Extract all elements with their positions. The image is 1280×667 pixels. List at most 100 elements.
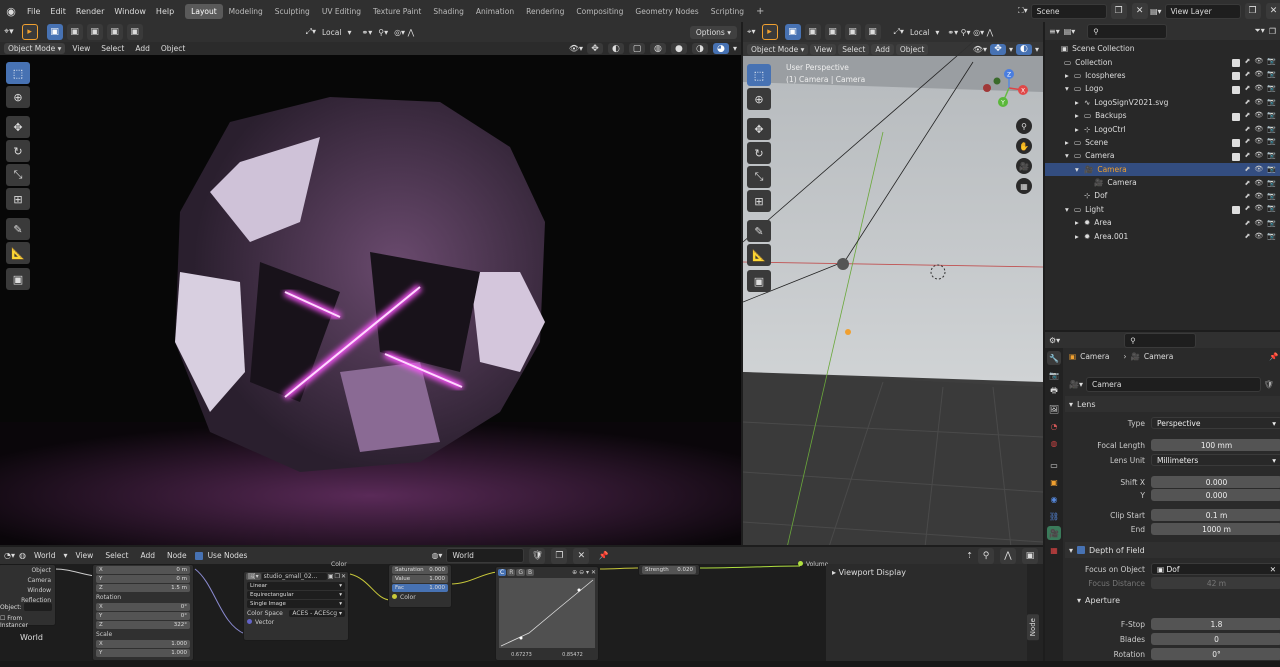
menu-object-right[interactable]: Object [895, 43, 929, 55]
texture-tab-icon[interactable]: ▦ [1047, 543, 1061, 557]
selectable-arrow-icon[interactable]: ⬈ [1245, 137, 1251, 147]
shading-rendered-icon[interactable]: ◕ [712, 43, 729, 54]
expand-arrow-icon[interactable]: ▾ [1065, 151, 1074, 160]
selectable-arrow-icon[interactable]: ⬈ [1245, 232, 1251, 240]
eye-icon[interactable]: 👁 [1254, 192, 1263, 200]
tab-compositing[interactable]: Compositing [570, 4, 629, 19]
selectable-arrow-icon[interactable]: ⬈ [1245, 70, 1251, 80]
expand-arrow-icon[interactable]: ▸ [1075, 111, 1084, 120]
ortho-grid-icon[interactable]: ▦ [1016, 178, 1032, 194]
mapping-node[interactable]: X0 m Y0 m Z 1.5 m Rotation X 0° Y 0° Z 322° … [92, 564, 194, 661]
properties-editor-icon[interactable]: ⚙▾ [1049, 336, 1060, 345]
node-menu-node[interactable]: Node [163, 551, 191, 560]
curve-graph[interactable] [499, 578, 595, 648]
scene-icon[interactable]: ⛶▾ [1018, 6, 1028, 16]
focal-length-field[interactable]: 100 mm [1151, 439, 1280, 451]
expand-arrow-icon[interactable]: ▸ [1075, 98, 1084, 107]
scale-tool-icon-right[interactable]: ⤡ [747, 166, 771, 188]
gizmo-icon-right[interactable]: ✥ [989, 43, 1006, 55]
unlink-world-icon[interactable]: ✕ [573, 547, 590, 564]
shader-type-icon[interactable]: ◍ [19, 551, 26, 560]
eye-icon[interactable]: 👁 [1254, 151, 1263, 161]
expand-arrow-icon[interactable]: ▸ [1075, 218, 1084, 227]
pan-hand-icon[interactable]: ✋ [1016, 138, 1032, 154]
selectable-arrow-icon[interactable]: ⬈ [1245, 192, 1251, 200]
mode-dropdown[interactable]: Object Mode ▾ [4, 43, 66, 54]
eye-icon[interactable]: 👁 [1254, 219, 1263, 227]
camera-render-icon[interactable]: 📷 [1267, 151, 1276, 161]
world-tab-icon[interactable]: ◍ [1047, 436, 1061, 450]
mode-invert-icon[interactable]: ▣ [106, 24, 123, 40]
shading-options-icon[interactable]: ▾ [733, 44, 737, 53]
focus-object-field[interactable]: ▣ Dof ✕ [1151, 563, 1280, 575]
display-mode-icon[interactable]: ▤▾ [1064, 27, 1076, 36]
world-datablock-field[interactable]: World [446, 548, 525, 563]
add-workspace-icon[interactable]: + [750, 3, 770, 20]
eye-icon[interactable]: 👁 [1254, 70, 1263, 80]
new-world-icon[interactable]: ❐ [551, 547, 568, 564]
eye-icon[interactable]: 👁 [1254, 137, 1263, 147]
tab-geometry-nodes[interactable]: Geometry Nodes [629, 4, 704, 19]
menu-window[interactable]: Window [109, 7, 151, 16]
tab-scripting[interactable]: Scripting [705, 4, 750, 19]
curve-point-x[interactable]: 0.67273 [511, 652, 532, 658]
snap-icon[interactable]: ⚲▾ [378, 28, 388, 37]
outliner-editor-icon[interactable]: ≡▾ [1049, 27, 1060, 36]
new-scene-icon[interactable]: ❐ [1110, 3, 1127, 19]
tab-animation[interactable]: Animation [470, 4, 520, 19]
fake-user-shield-icon[interactable]: 🛡 [529, 547, 546, 564]
texcoord-object-input[interactable] [23, 603, 52, 611]
world-output-node[interactable]: Volume [798, 561, 828, 568]
outliner-row[interactable]: ▸ ∿ LogoSignV2021.svg ⬈ 👁 📷 [1045, 96, 1280, 109]
expand-arrow-icon[interactable]: ▸ [1075, 232, 1084, 241]
selectable-arrow-icon[interactable]: ⬈ [1245, 84, 1251, 94]
exclude-checkbox[interactable] [1231, 59, 1240, 68]
outliner-row[interactable]: ▸ ✹ Area.001 ⬈ 👁 📷 [1045, 229, 1280, 242]
clear-icon[interactable]: ✕ [1270, 565, 1276, 574]
shading-solid-icon[interactable]: ● [670, 43, 687, 54]
selectable-arrow-icon[interactable]: ⬈ [1245, 125, 1251, 133]
menu-object[interactable]: Object [157, 44, 189, 53]
outliner-row[interactable]: ▸ ▭ Icospheres ⬈ 👁 📷 [1045, 69, 1280, 82]
snap-node-icon[interactable]: ⚲ [978, 547, 994, 564]
menu-view-right[interactable]: View [810, 43, 837, 55]
proportional-edit-icon[interactable]: ◎▾ ⋀ [394, 28, 414, 37]
dof-checkbox[interactable] [1077, 546, 1086, 554]
properties-search-input[interactable]: ⚲ [1124, 332, 1197, 348]
new-collection-icon[interactable]: ❐ [1269, 27, 1276, 36]
rotate-tool-icon[interactable]: ↻ [6, 140, 30, 162]
orientation-icon-right[interactable]: ⤢▾ [894, 27, 904, 37]
render-viewport[interactable]: Object Mode ▾ View Select Add Object 👁▾ … [0, 42, 741, 545]
scene-collection-row[interactable]: ▣ Scene Collection [1045, 42, 1280, 55]
camera-data-tab-icon[interactable]: 🎥 [1047, 526, 1061, 540]
exclude-checkbox[interactable] [1231, 206, 1240, 215]
lens-type-select[interactable]: Perspective ▾ [1151, 417, 1280, 429]
camera-render-icon[interactable]: 📷 [1267, 125, 1276, 133]
scale-tool-icon[interactable]: ⤡ [6, 164, 30, 186]
selectable-arrow-icon[interactable]: ⬈ [1245, 98, 1251, 106]
outliner-row[interactable]: ▸ ▭ Backups ⬈ 👁 📷 [1045, 109, 1280, 122]
cursor-tool-icon[interactable]: ⊕ [6, 86, 30, 108]
node-menu-view[interactable]: View [72, 551, 98, 560]
orientation-icon[interactable]: ⤢▾ [306, 27, 316, 37]
constraints-tab-icon[interactable]: ⛓ [1047, 509, 1061, 523]
shader-node-editor[interactable]: ◔▾ ◍ World ▾ View Select Add Node Use No… [0, 547, 1043, 661]
transform-tool-icon[interactable]: ⊞ [6, 188, 30, 210]
camera-render-icon[interactable]: 📷 [1267, 111, 1276, 121]
outliner-row[interactable]: ▾ ▭ Light ⬈ 👁 📷 [1045, 203, 1280, 216]
overlay-dropdown-icon-right[interactable]: ▾ [1035, 45, 1039, 54]
transform-orientation-right[interactable]: Local [906, 28, 933, 37]
eye-icon[interactable]: 👁 [1254, 84, 1263, 94]
scene-tab-icon[interactable]: ◔ [1047, 419, 1061, 433]
eye-icon[interactable]: 👁 [1254, 232, 1263, 240]
zoom-icon[interactable]: ⚲ [1016, 118, 1032, 134]
dof-panel-header[interactable]: ▾ Depth of Field [1065, 542, 1280, 558]
annotate-tool-icon-right[interactable]: ✎ [747, 220, 771, 242]
editor-type-icon[interactable]: ⌖▾ [4, 27, 14, 37]
outliner-row[interactable]: ▸ ▭ Scene ⬈ 👁 📷 [1045, 136, 1280, 149]
cursor-tool-icon-right[interactable]: ⊕ [747, 88, 771, 110]
tab-shading[interactable]: Shading [427, 4, 469, 19]
camera-view-icon[interactable]: 🎥 [1016, 158, 1032, 174]
outliner-row[interactable]: ▾ ▭ Logo ⬈ 👁 📷 [1045, 82, 1280, 95]
blender-logo-icon[interactable]: ◉ [0, 5, 22, 18]
